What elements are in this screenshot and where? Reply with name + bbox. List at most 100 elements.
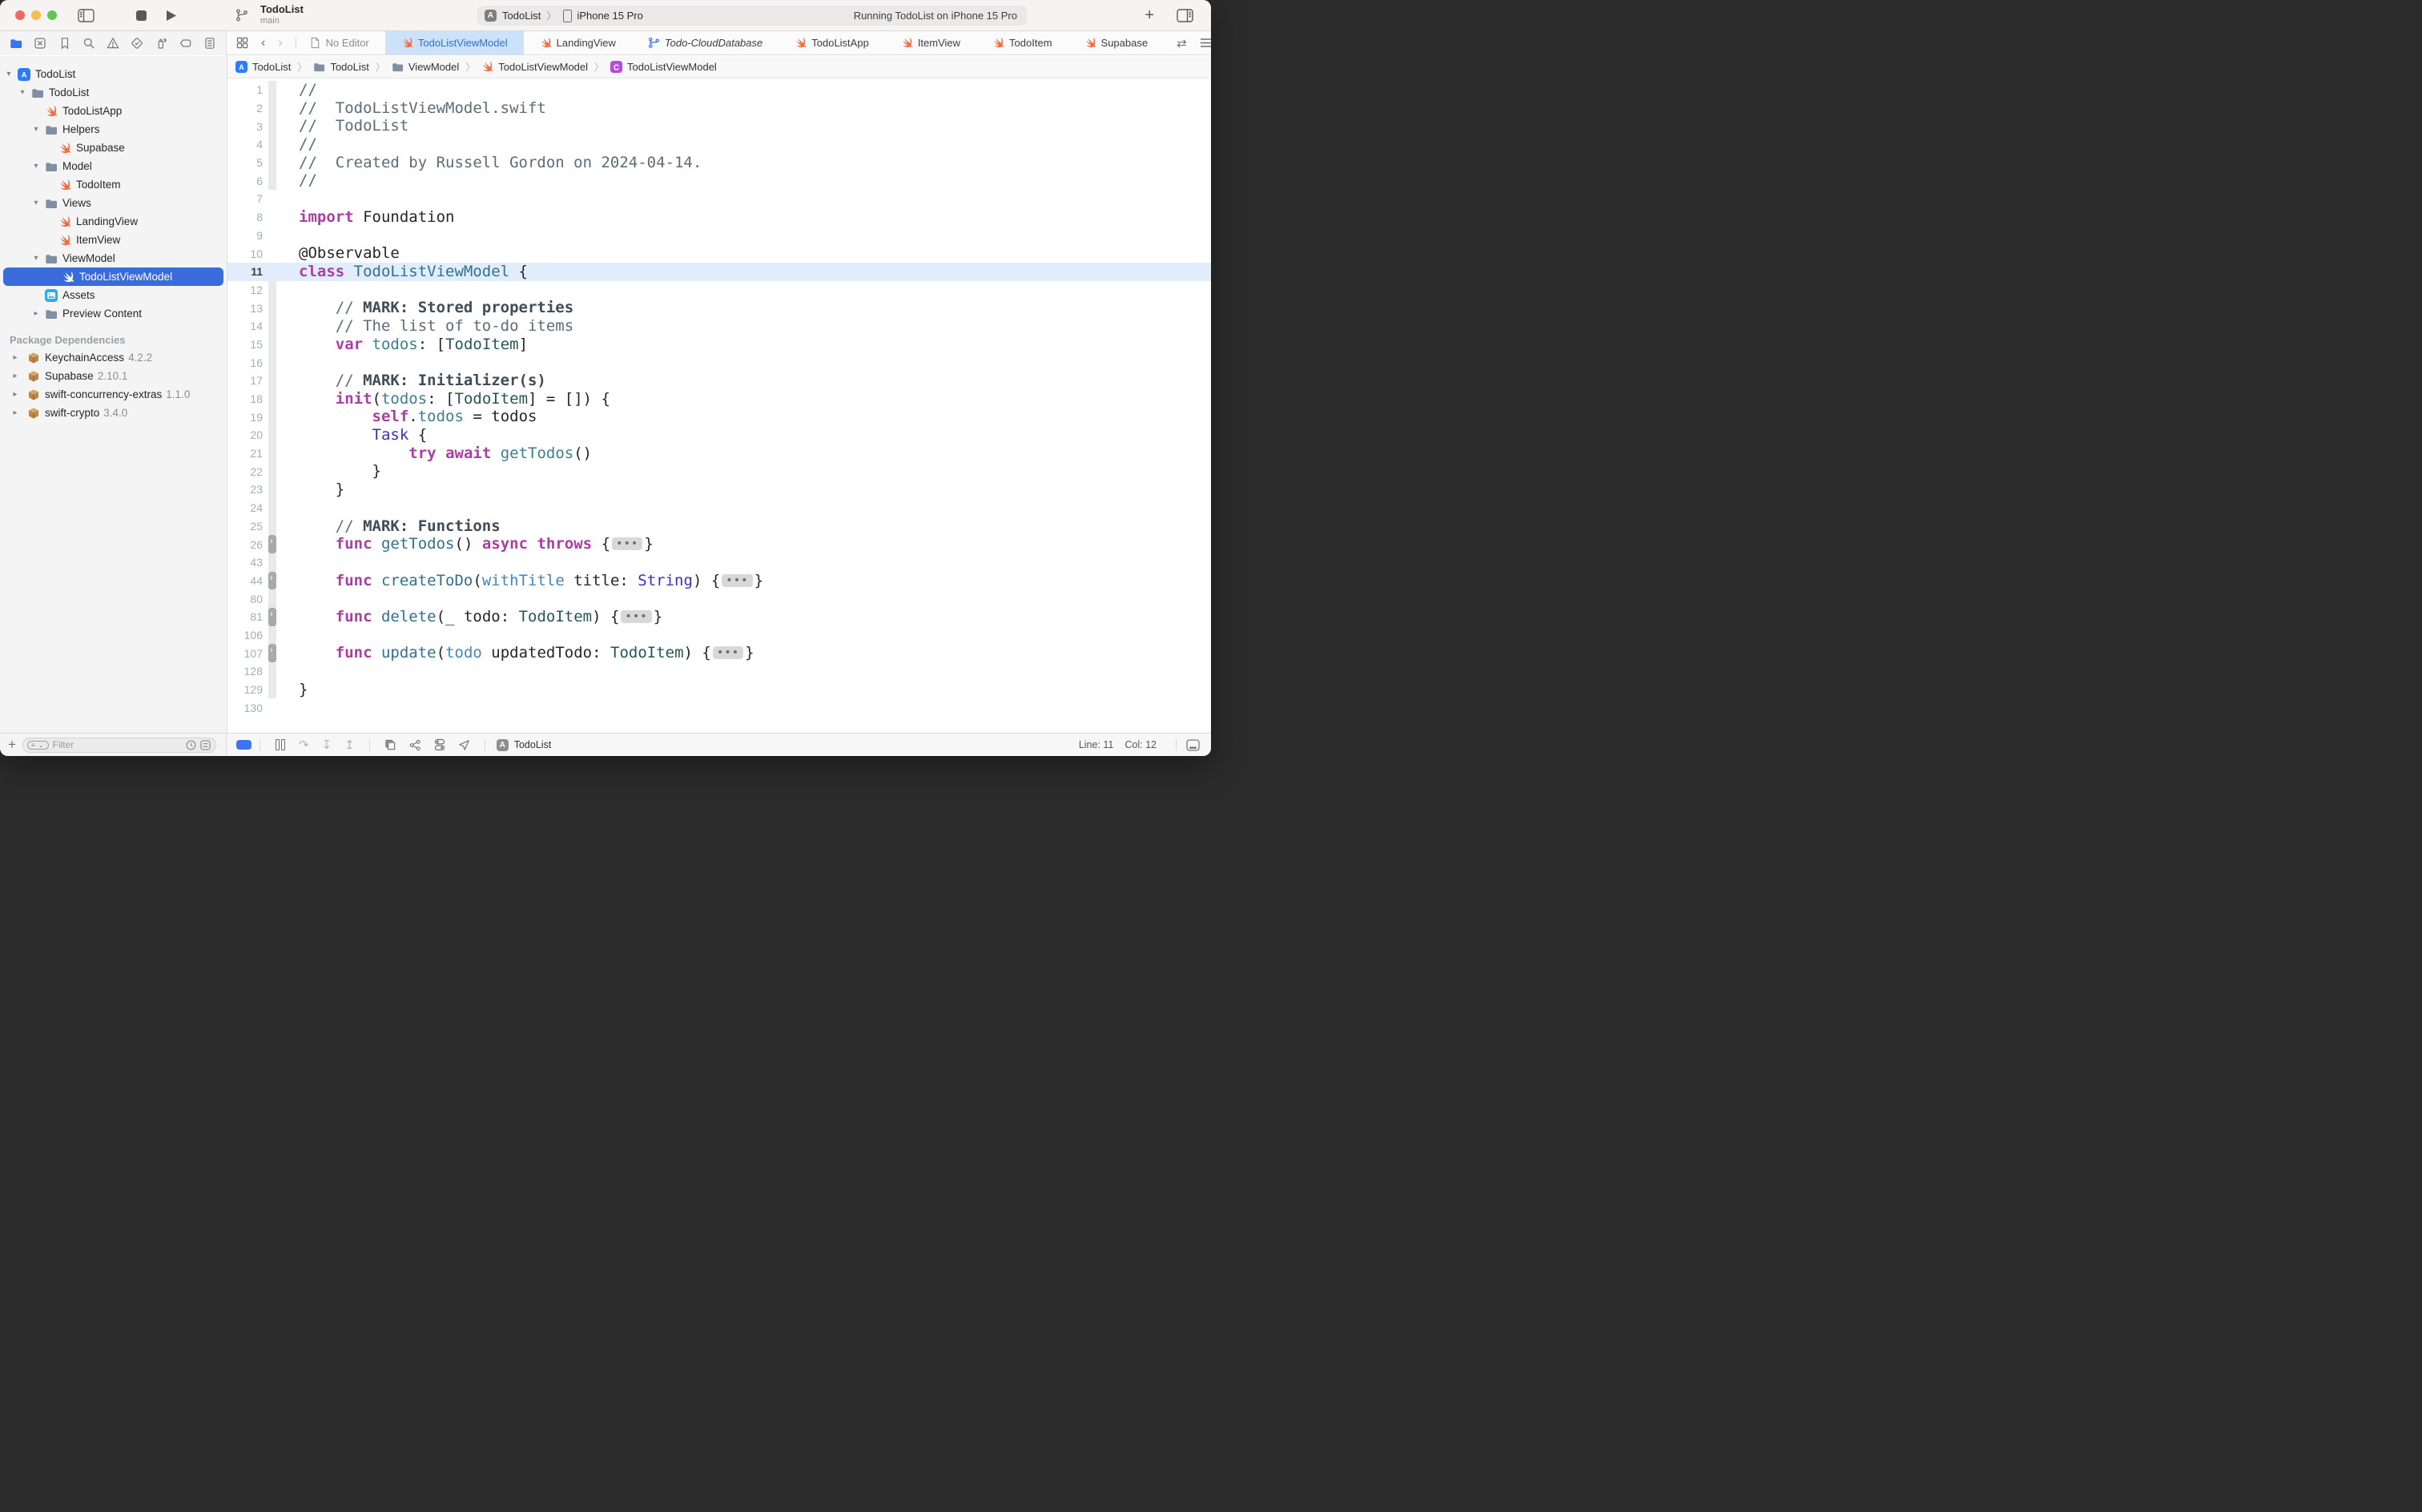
- fold-marker-icon[interactable]: [268, 572, 276, 590]
- line-number[interactable]: 81: [227, 610, 263, 623]
- scheme-selector[interactable]: A TodoList 〉 iPhone 15 Pro Running TodoL…: [477, 6, 1027, 26]
- sidebar-item-todolistviewmodel[interactable]: TodoListViewModel: [3, 267, 223, 286]
- fold-marker-icon[interactable]: [268, 535, 276, 553]
- package-item-keychainaccess[interactable]: ▸KeychainAccess4.2.2: [0, 348, 227, 367]
- view-hierarchy-icon[interactable]: [384, 739, 396, 751]
- code-line-129[interactable]: 129}: [227, 681, 1211, 699]
- sidebar-item-helpers[interactable]: ▾Helpers: [0, 120, 227, 139]
- swap-editor-icon[interactable]: ⇄: [1177, 36, 1187, 50]
- line-number[interactable]: 43: [227, 556, 263, 569]
- bookmark-icon[interactable]: [58, 37, 71, 50]
- find-icon[interactable]: [82, 37, 95, 50]
- close-button[interactable]: [15, 10, 25, 20]
- tab-todoitem[interactable]: TodoItem: [976, 31, 1068, 54]
- line-number[interactable]: 80: [227, 593, 263, 605]
- project-navigator-icon[interactable]: [10, 37, 22, 50]
- toggle-right-sidebar-icon[interactable]: [1177, 9, 1193, 22]
- line-number[interactable]: 129: [227, 683, 263, 696]
- package-item-swift-concurrency-extras[interactable]: ▸swift-concurrency-extras1.1.0: [0, 385, 227, 404]
- toggle-left-sidebar-icon[interactable]: [78, 9, 95, 22]
- line-number[interactable]: 10: [227, 247, 263, 260]
- line-number[interactable]: 107: [227, 647, 263, 660]
- code-line-15[interactable]: 15 var todos: [TodoItem]: [227, 336, 1211, 354]
- chevron-down-icon[interactable]: ▾: [5, 70, 13, 78]
- line-number[interactable]: 17: [227, 374, 263, 387]
- code-line-128[interactable]: 128: [227, 662, 1211, 681]
- editor-layout-icon[interactable]: [1186, 739, 1200, 751]
- sidebar-item-itemview[interactable]: ItemView: [0, 231, 227, 249]
- line-number[interactable]: 5: [227, 156, 263, 169]
- code-line-10[interactable]: 10@Observable: [227, 244, 1211, 263]
- tab-landingview[interactable]: LandingView: [524, 31, 632, 54]
- line-number[interactable]: 44: [227, 574, 263, 587]
- code-line-25[interactable]: 25 // MARK: Functions: [227, 517, 1211, 536]
- code-line-13[interactable]: 13 // MARK: Stored properties: [227, 299, 1211, 317]
- breadcrumb-item[interactable]: ATodoList: [235, 61, 291, 73]
- chevron-right-icon[interactable]: ▸: [11, 390, 19, 399]
- pause-icon[interactable]: [275, 739, 286, 750]
- code-line-16[interactable]: 16: [227, 353, 1211, 372]
- line-number[interactable]: 12: [227, 284, 263, 296]
- tab-todolistapp[interactable]: TodoListApp: [778, 31, 885, 54]
- breakpoints-toggle[interactable]: [236, 740, 251, 750]
- code-line-43[interactable]: 43: [227, 553, 1211, 572]
- chevron-down-icon[interactable]: ▾: [32, 162, 40, 171]
- code-line-81[interactable]: 81 func delete(_ todo: TodoItem) {•••}: [227, 608, 1211, 626]
- line-number[interactable]: 14: [227, 320, 263, 332]
- scheme-destination[interactable]: iPhone 15 Pro: [577, 10, 642, 22]
- sidebar-item-views[interactable]: ▾Views: [0, 194, 227, 212]
- line-number[interactable]: 16: [227, 356, 263, 369]
- sidebar-item-todoitem[interactable]: TodoItem: [0, 175, 227, 194]
- related-items-icon[interactable]: [236, 37, 248, 49]
- go-back-icon[interactable]: ‹: [261, 36, 265, 50]
- line-number[interactable]: 130: [227, 702, 263, 714]
- code-line-26[interactable]: 26 func getTodos() async throws {•••}: [227, 535, 1211, 553]
- sidebar-item-landingview[interactable]: LandingView: [0, 212, 227, 231]
- issue-icon[interactable]: [107, 37, 119, 50]
- breadcrumb-item[interactable]: TodoListViewModel: [481, 61, 588, 73]
- breadcrumb-item[interactable]: TodoList: [313, 61, 368, 73]
- chevron-down-icon[interactable]: ▾: [32, 125, 40, 134]
- code-line-19[interactable]: 19 self.todos = todos: [227, 408, 1211, 426]
- package-item-supabase[interactable]: ▸Supabase2.10.1: [0, 367, 227, 385]
- run-button[interactable]: [166, 10, 177, 22]
- chevron-right-icon[interactable]: ▸: [32, 309, 40, 318]
- code-line-18[interactable]: 18 init(todos: [TodoItem] = []) {: [227, 390, 1211, 408]
- code-fold-ellipsis[interactable]: •••: [621, 610, 651, 623]
- step-into-icon[interactable]: ↧: [322, 739, 332, 751]
- source-control-status-icon[interactable]: [200, 740, 211, 750]
- environment-overrides-icon[interactable]: [434, 738, 445, 751]
- code-line-23[interactable]: 23 }: [227, 481, 1211, 499]
- code-line-2[interactable]: 2// TodoListViewModel.swift: [227, 99, 1211, 118]
- chevron-down-icon[interactable]: ▾: [32, 199, 40, 207]
- line-number[interactable]: 3: [227, 120, 263, 133]
- line-number[interactable]: 18: [227, 392, 263, 405]
- filter-options-icon[interactable]: ≡ ⌄: [27, 741, 49, 750]
- chevron-right-icon[interactable]: ▸: [11, 408, 19, 417]
- line-number[interactable]: 26: [227, 538, 263, 551]
- line-number[interactable]: 11: [227, 265, 263, 278]
- code-line-130[interactable]: 130: [227, 698, 1211, 717]
- line-number[interactable]: 13: [227, 302, 263, 315]
- line-number[interactable]: 21: [227, 447, 263, 460]
- line-number[interactable]: 2: [227, 102, 263, 115]
- tab-no-editor[interactable]: No Editor: [308, 31, 385, 54]
- line-number[interactable]: 7: [227, 192, 263, 205]
- tab-todolistviewmodel[interactable]: TodoListViewModel: [385, 31, 524, 54]
- code-line-4[interactable]: 4//: [227, 135, 1211, 154]
- code-line-11[interactable]: 11class TodoListViewModel {: [227, 263, 1211, 281]
- step-over-icon[interactable]: ↷: [299, 739, 309, 751]
- line-number[interactable]: 19: [227, 411, 263, 424]
- sidebar-item-todolist[interactable]: ▾ATodoList: [0, 65, 227, 83]
- tab-todo-clouddatabase[interactable]: Todo-CloudDatabase: [632, 31, 778, 54]
- line-number[interactable]: 23: [227, 483, 263, 496]
- filter-field[interactable]: ≡ ⌄ Filter: [22, 738, 216, 753]
- code-line-106[interactable]: 106: [227, 626, 1211, 645]
- recent-files-icon[interactable]: [186, 740, 196, 750]
- code-line-9[interactable]: 9: [227, 227, 1211, 245]
- source-editor[interactable]: 1//2// TodoListViewModel.swift3// TodoLi…: [227, 78, 1211, 733]
- line-number[interactable]: 8: [227, 211, 263, 223]
- tab-supabase[interactable]: Supabase: [1068, 31, 1165, 54]
- step-out-icon[interactable]: ↥: [344, 739, 355, 751]
- line-number[interactable]: 106: [227, 629, 263, 641]
